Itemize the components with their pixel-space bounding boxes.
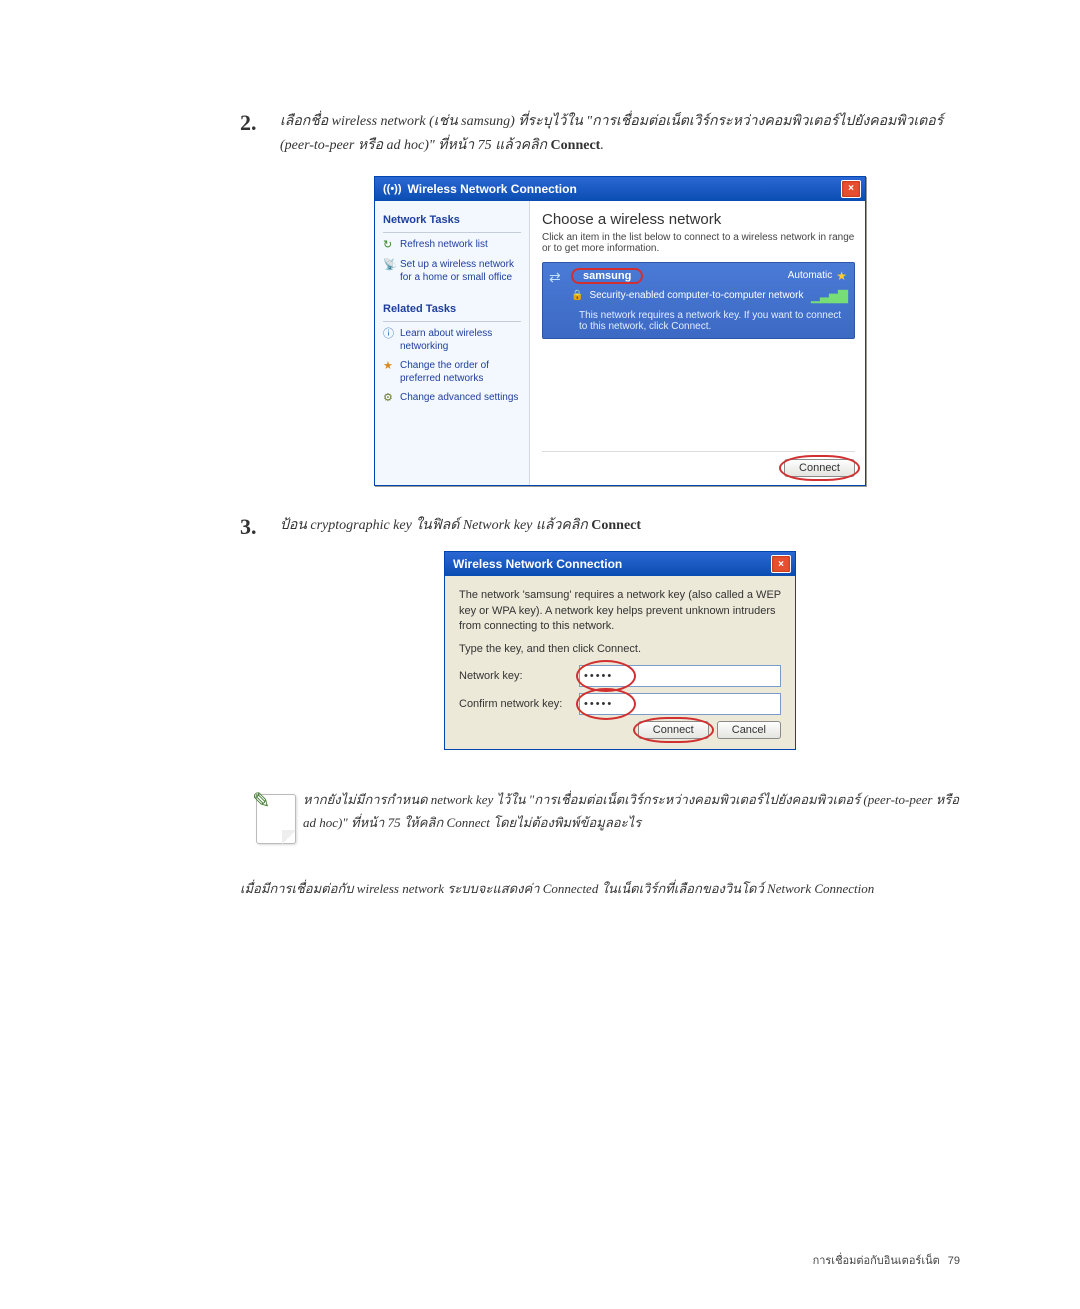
info-icon: ⓘ	[383, 327, 397, 341]
step3-text: ป้อน cryptographic key ในฟิลด์ Network k…	[280, 514, 960, 538]
gear-icon: ⚙	[383, 391, 397, 405]
confirm-key-label: Confirm network key:	[459, 698, 579, 710]
network-key-label: Network key:	[459, 670, 579, 682]
network-key-input[interactable]: •••••	[579, 665, 781, 687]
refresh-icon: ↻	[383, 238, 397, 252]
ssid-highlight: samsung	[571, 268, 643, 284]
cancel-button[interactable]: Cancel	[717, 721, 781, 739]
note-text: หากยังไม่มีการกำหนด network key ไว้ใน "ก…	[303, 788, 960, 835]
window-title: Wireless Network Connection	[408, 182, 577, 196]
wireless-connection-window: ((•)) Wireless Network Connection × Netw…	[374, 176, 866, 486]
dialog-description: The network 'samsung' requires a network…	[459, 588, 781, 634]
section-network-tasks: Network Tasks	[383, 211, 521, 233]
titlebar: ((•)) Wireless Network Connection ×	[375, 177, 865, 201]
task-refresh[interactable]: ↻Refresh network list	[383, 238, 521, 252]
step-number: 2.	[240, 110, 257, 136]
task-advanced[interactable]: ⚙Change advanced settings	[383, 391, 521, 405]
choose-network-heading: Choose a wireless network	[542, 211, 855, 228]
automatic-label: Automatic	[788, 270, 832, 281]
adhoc-icon: ⇄	[549, 269, 561, 286]
lock-icon: 🔒	[571, 290, 583, 301]
favorite-star-icon: ★	[836, 269, 847, 283]
task-change-order[interactable]: ★Change the order of preferred networks	[383, 359, 521, 385]
step2-text: เลือกชื่อ wireless network (เช่น samsung…	[280, 110, 960, 158]
close-button[interactable]: ×	[841, 180, 861, 198]
network-hint: This network requires a network key. If …	[579, 310, 847, 332]
connect-button[interactable]: Connect	[638, 721, 709, 739]
leaf-pen-icon: ✎	[252, 788, 270, 814]
dialog-subtext: Type the key, and then click Connect.	[459, 643, 781, 655]
tasks-sidebar: Network Tasks ↻Refresh network list 📡Set…	[375, 201, 530, 485]
star-icon: ★	[383, 359, 397, 373]
confirm-key-input[interactable]: •••••	[579, 693, 781, 715]
signal-bars-icon: ▁▃▅▇	[811, 288, 847, 304]
security-type: Security-enabled computer-to-computer ne…	[589, 290, 803, 301]
page-footer: การเชื่อมต่อกับอินเตอร์เน็ต79	[813, 1251, 960, 1269]
titlebar: Wireless Network Connection ×	[445, 552, 795, 576]
close-button[interactable]: ×	[771, 555, 791, 573]
note-icon: ✎	[250, 788, 283, 848]
network-key-dialog: Wireless Network Connection × The networ…	[444, 551, 796, 749]
task-setup-network[interactable]: 📡Set up a wireless network for a home or…	[383, 258, 521, 284]
closing-paragraph: เมื่อมีการเชื่อมต่อกับ wireless network …	[240, 878, 960, 899]
step-number: 3.	[240, 514, 257, 540]
dialog-title: Wireless Network Connection	[453, 557, 622, 571]
connect-button[interactable]: Connect	[784, 459, 855, 477]
wireless-icon: ((•))	[383, 183, 402, 195]
task-learn[interactable]: ⓘLearn about wireless networking	[383, 327, 521, 353]
network-item-samsung[interactable]: ⇄ samsung Automatic ★ 🔒 Security-enabled …	[542, 262, 855, 339]
section-related-tasks: Related Tasks	[383, 300, 521, 322]
choose-network-description: Click an item in the list below to conne…	[542, 232, 855, 254]
antenna-icon: 📡	[383, 258, 397, 272]
